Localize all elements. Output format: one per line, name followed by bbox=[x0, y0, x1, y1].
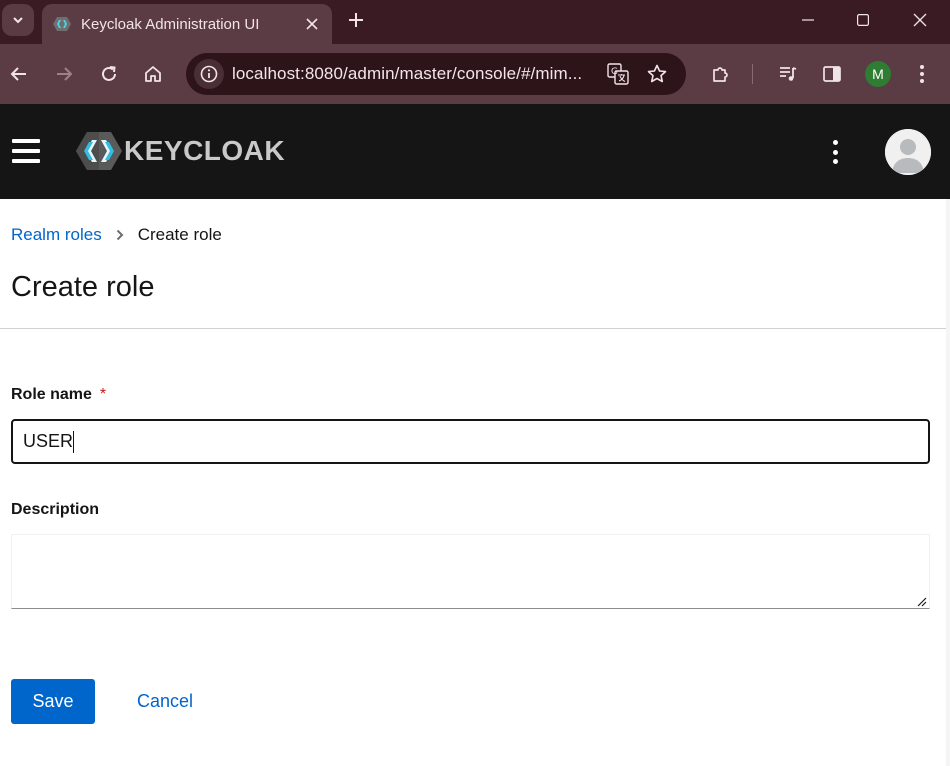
text-cursor bbox=[73, 431, 74, 453]
side-panel-icon bbox=[823, 66, 841, 82]
reload-icon bbox=[102, 66, 116, 81]
toolbar-separator bbox=[752, 64, 753, 84]
kebab-dot bbox=[832, 140, 838, 145]
browser-menu-button[interactable] bbox=[906, 58, 938, 90]
breadcrumb: Realm roles Create role bbox=[11, 225, 222, 245]
translate-button[interactable]: G bbox=[606, 62, 630, 86]
profile-initial: M bbox=[872, 66, 884, 82]
media-control-button[interactable] bbox=[772, 58, 804, 90]
role-name-input[interactable] bbox=[11, 419, 930, 464]
nav-toggle-button[interactable] bbox=[12, 139, 40, 163]
close-window-button[interactable] bbox=[892, 0, 948, 40]
home-icon bbox=[145, 66, 161, 82]
maximize-icon bbox=[857, 14, 869, 26]
role-name-label: Role name * bbox=[11, 386, 106, 404]
star-icon bbox=[647, 64, 667, 83]
keycloak-logo[interactable]: KEYCLOAK bbox=[76, 130, 285, 172]
cancel-button[interactable]: Cancel bbox=[115, 679, 215, 724]
user-avatar-icon bbox=[885, 129, 931, 175]
role-name-label-text: Role name bbox=[11, 386, 92, 403]
tab-close-button[interactable] bbox=[302, 14, 322, 34]
browser-tab-active[interactable]: Keycloak Administration UI bbox=[42, 4, 332, 44]
back-button[interactable] bbox=[3, 58, 35, 90]
scrollbar-track[interactable] bbox=[946, 199, 950, 766]
hamburger-bar bbox=[12, 149, 40, 153]
arrow-left-icon bbox=[10, 67, 26, 81]
kebab-dot bbox=[832, 149, 838, 155]
tab-search-button[interactable] bbox=[2, 4, 34, 36]
minimize-button[interactable] bbox=[780, 0, 836, 40]
svg-text:G: G bbox=[611, 67, 618, 77]
description-textarea[interactable] bbox=[11, 534, 930, 609]
user-avatar[interactable] bbox=[885, 129, 931, 175]
url-text: localhost:8080/admin/master/console/#/mi… bbox=[232, 64, 583, 83]
close-icon bbox=[306, 18, 318, 30]
home-button[interactable] bbox=[137, 58, 169, 90]
browser-tabstrip: Keycloak Administration UI bbox=[0, 0, 950, 44]
hamburger-bar bbox=[12, 139, 40, 143]
site-info-button[interactable] bbox=[194, 59, 224, 89]
description-label: Description bbox=[11, 501, 100, 518]
minimize-icon bbox=[802, 19, 814, 21]
address-bar[interactable]: localhost:8080/admin/master/console/#/mi… bbox=[186, 53, 686, 95]
save-button[interactable]: Save bbox=[11, 679, 95, 724]
maximize-button[interactable] bbox=[835, 0, 891, 40]
arrow-right-icon bbox=[57, 67, 73, 81]
header-divider bbox=[0, 328, 950, 329]
side-panel-button[interactable] bbox=[816, 58, 848, 90]
hamburger-bar bbox=[12, 159, 40, 163]
kebab-menu-icon bbox=[920, 65, 924, 83]
breadcrumb-realm-roles-link[interactable]: Realm roles bbox=[11, 225, 102, 245]
header-kebab-menu[interactable] bbox=[830, 140, 840, 164]
forward-button[interactable] bbox=[48, 58, 80, 90]
chevron-right-icon bbox=[116, 229, 124, 241]
page-title: Create role bbox=[11, 271, 155, 303]
tab-title: Keycloak Administration UI bbox=[81, 15, 260, 33]
bookmark-button[interactable] bbox=[645, 62, 669, 86]
app-masthead: KEYCLOAK bbox=[0, 104, 950, 199]
breadcrumb-current: Create role bbox=[137, 225, 222, 244]
extensions-button[interactable] bbox=[705, 58, 737, 90]
info-icon bbox=[200, 65, 218, 83]
new-tab-button[interactable] bbox=[342, 6, 370, 34]
keycloak-logo-icon bbox=[76, 132, 122, 170]
keycloak-favicon-icon bbox=[53, 15, 71, 33]
media-control-icon bbox=[780, 67, 797, 81]
profile-avatar-button[interactable]: M bbox=[865, 61, 891, 87]
reload-button[interactable] bbox=[93, 58, 125, 90]
puzzle-icon bbox=[713, 67, 728, 82]
required-indicator: * bbox=[99, 386, 107, 403]
plus-icon bbox=[349, 13, 363, 27]
close-icon bbox=[913, 13, 927, 27]
chevron-down-icon bbox=[13, 17, 23, 24]
kebab-dot bbox=[832, 159, 838, 164]
logo-text: KEYCLOAK bbox=[124, 135, 286, 166]
resize-handle-icon[interactable] bbox=[916, 596, 927, 607]
browser-toolbar: localhost:8080/admin/master/console/#/mi… bbox=[0, 44, 950, 104]
translate-icon: G bbox=[607, 63, 629, 85]
